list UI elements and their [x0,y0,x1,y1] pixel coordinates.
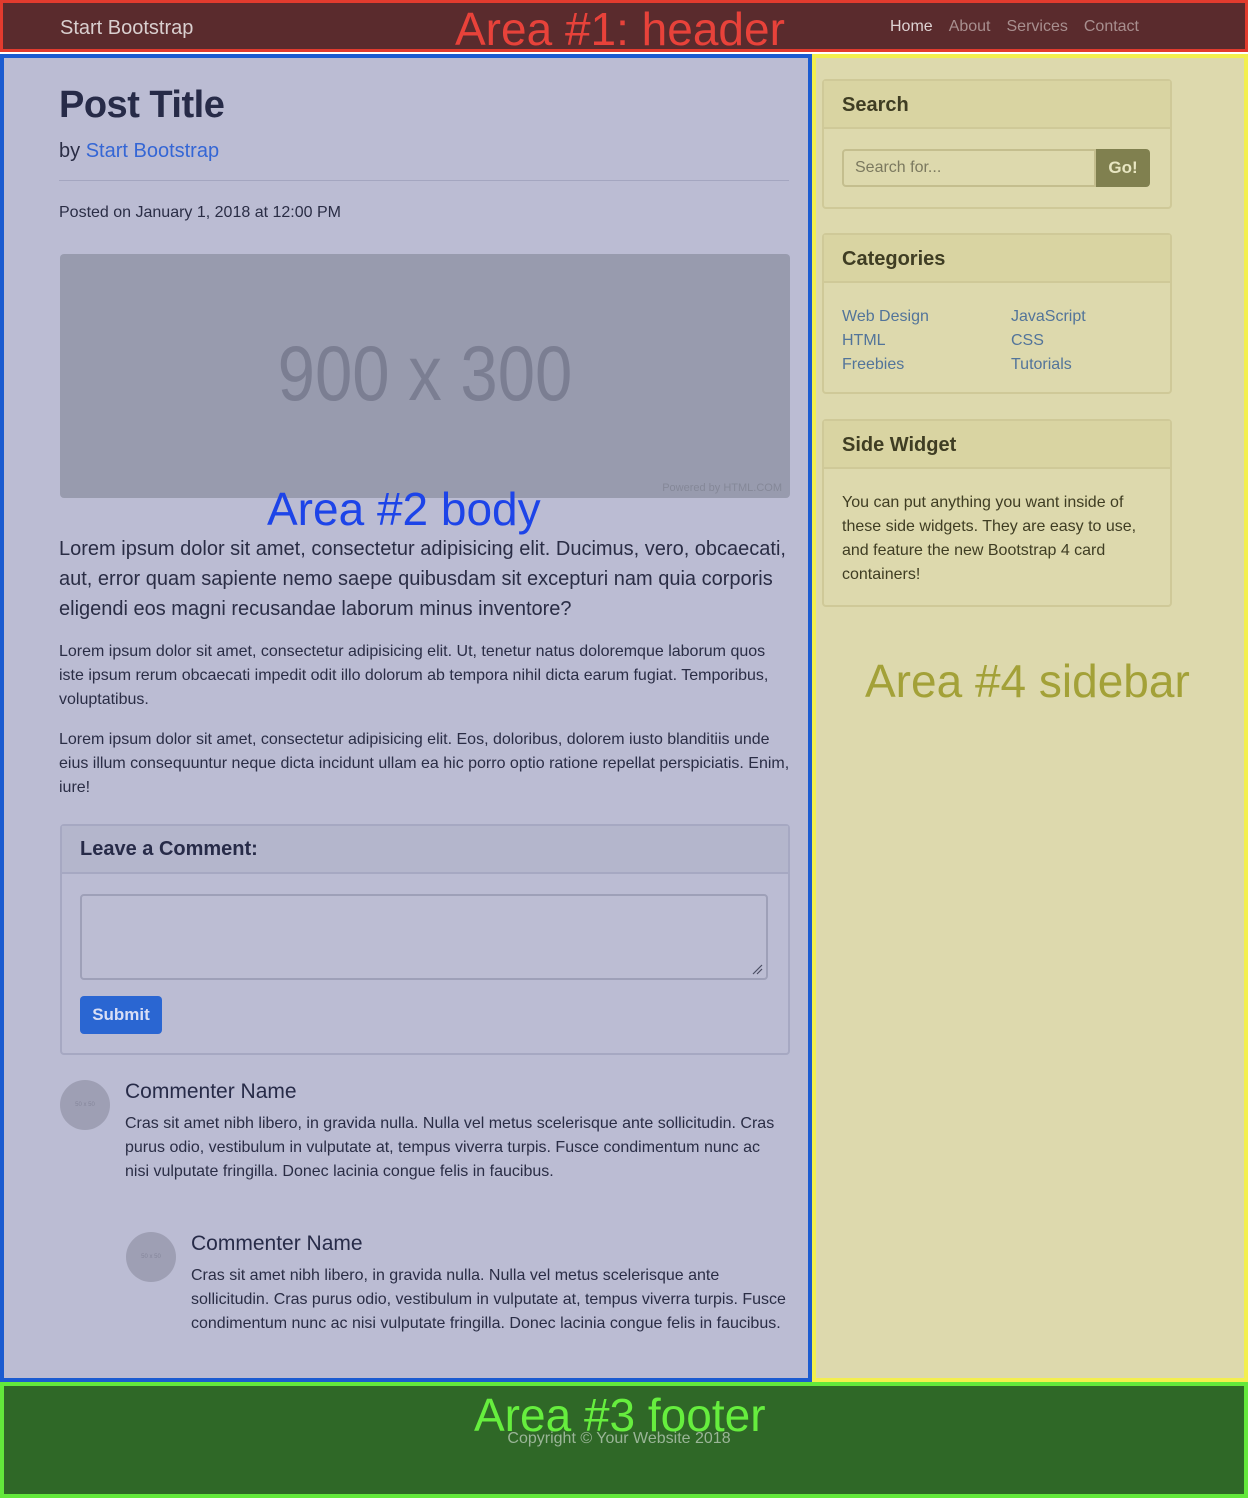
search-widget: Search Search for... Go! [822,79,1172,209]
commenter-name: Commenter Name [125,1080,297,1103]
footer-area: Area #3 footer Copyright © Your Website … [0,1382,1248,1498]
comment-reply: 50 x 50 Commenter Name Cras sit amet nib… [126,1228,790,1368]
submit-button[interactable]: Submit [80,996,162,1034]
post-paragraph: Lorem ipsum dolor sit amet, consectetur … [59,643,769,708]
main-nav: Home About Services Contact [890,18,1139,36]
divider [59,234,789,235]
category-link[interactable]: JavaScript [1011,305,1161,329]
commenter-avatar: 50 x 50 [60,1080,110,1130]
category-link[interactable]: CSS [1011,329,1161,353]
categories-widget: Categories Web Design JavaScript HTML CS… [822,233,1172,394]
hero-powered-by: Powered by HTML.COM [662,482,782,494]
navbar-brand[interactable]: Start Bootstrap [60,17,193,40]
comment-textarea[interactable] [80,894,768,980]
comment-form-heading: Leave a Comment: [62,826,788,874]
resize-grip-icon[interactable] [751,963,763,975]
side-widget: Side Widget You can put anything you wan… [822,419,1172,607]
search-go-button[interactable]: Go! [1096,149,1150,187]
nav-services[interactable]: Services [1007,18,1068,36]
nav-home[interactable]: Home [890,18,933,36]
sidebar-area-label: Area #4 sidebar [865,655,1190,707]
category-link[interactable]: Web Design [842,305,1011,329]
nav-about[interactable]: About [949,18,991,36]
comment-text: Cras sit amet nibh libero, in gravida nu… [191,1267,786,1332]
divider [59,180,789,181]
body-area-label: Area #2 body [267,483,541,535]
commenter-avatar: 50 x 50 [126,1232,176,1282]
sidebar-area: Search Search for... Go! Categories Web … [812,54,1248,1382]
categories-list: Web Design JavaScript HTML CSS Freebies … [842,305,1162,377]
comment-text: Cras sit amet nibh libero, in gravida nu… [125,1115,775,1180]
body-area: Post Title by Start Bootstrap Posted on … [0,54,812,1382]
post-title: Post Title [59,84,225,126]
search-widget-heading: Search [824,81,1170,129]
hero-image-placeholder: 900 x 300 Powered by HTML.COM [60,254,790,498]
category-link[interactable]: Tutorials [1011,353,1161,377]
categories-widget-heading: Categories [824,235,1170,283]
byline-prefix: by [59,140,86,162]
post-paragraph: Lorem ipsum dolor sit amet, consectetur … [59,731,790,796]
header-area-label: Area #1: header [455,3,785,55]
author-link[interactable]: Start Bootstrap [86,140,219,162]
header-area: Start Bootstrap Area #1: header Home Abo… [0,0,1248,55]
comment: 50 x 50 Commenter Name Cras sit amet nib… [60,1076,790,1216]
category-link[interactable]: Freebies [842,353,1011,377]
search-input[interactable]: Search for... [842,149,1096,187]
comment-form-card: Leave a Comment: Submit [60,824,790,1055]
post-date: Posted on January 1, 2018 at 12:00 PM [59,204,341,221]
copyright-text: Copyright © Your Website 2018 [507,1430,731,1447]
side-widget-heading: Side Widget [824,421,1170,469]
category-link[interactable]: HTML [842,329,1011,353]
commenter-name: Commenter Name [191,1232,363,1255]
post-lead: Lorem ipsum dolor sit amet, consectetur … [59,538,786,620]
hero-placeholder-text: 900 x 300 [277,329,573,417]
nav-contact[interactable]: Contact [1084,18,1139,36]
post-byline: by Start Bootstrap [59,140,219,163]
side-widget-text: You can put anything you want inside of … [842,494,1137,583]
